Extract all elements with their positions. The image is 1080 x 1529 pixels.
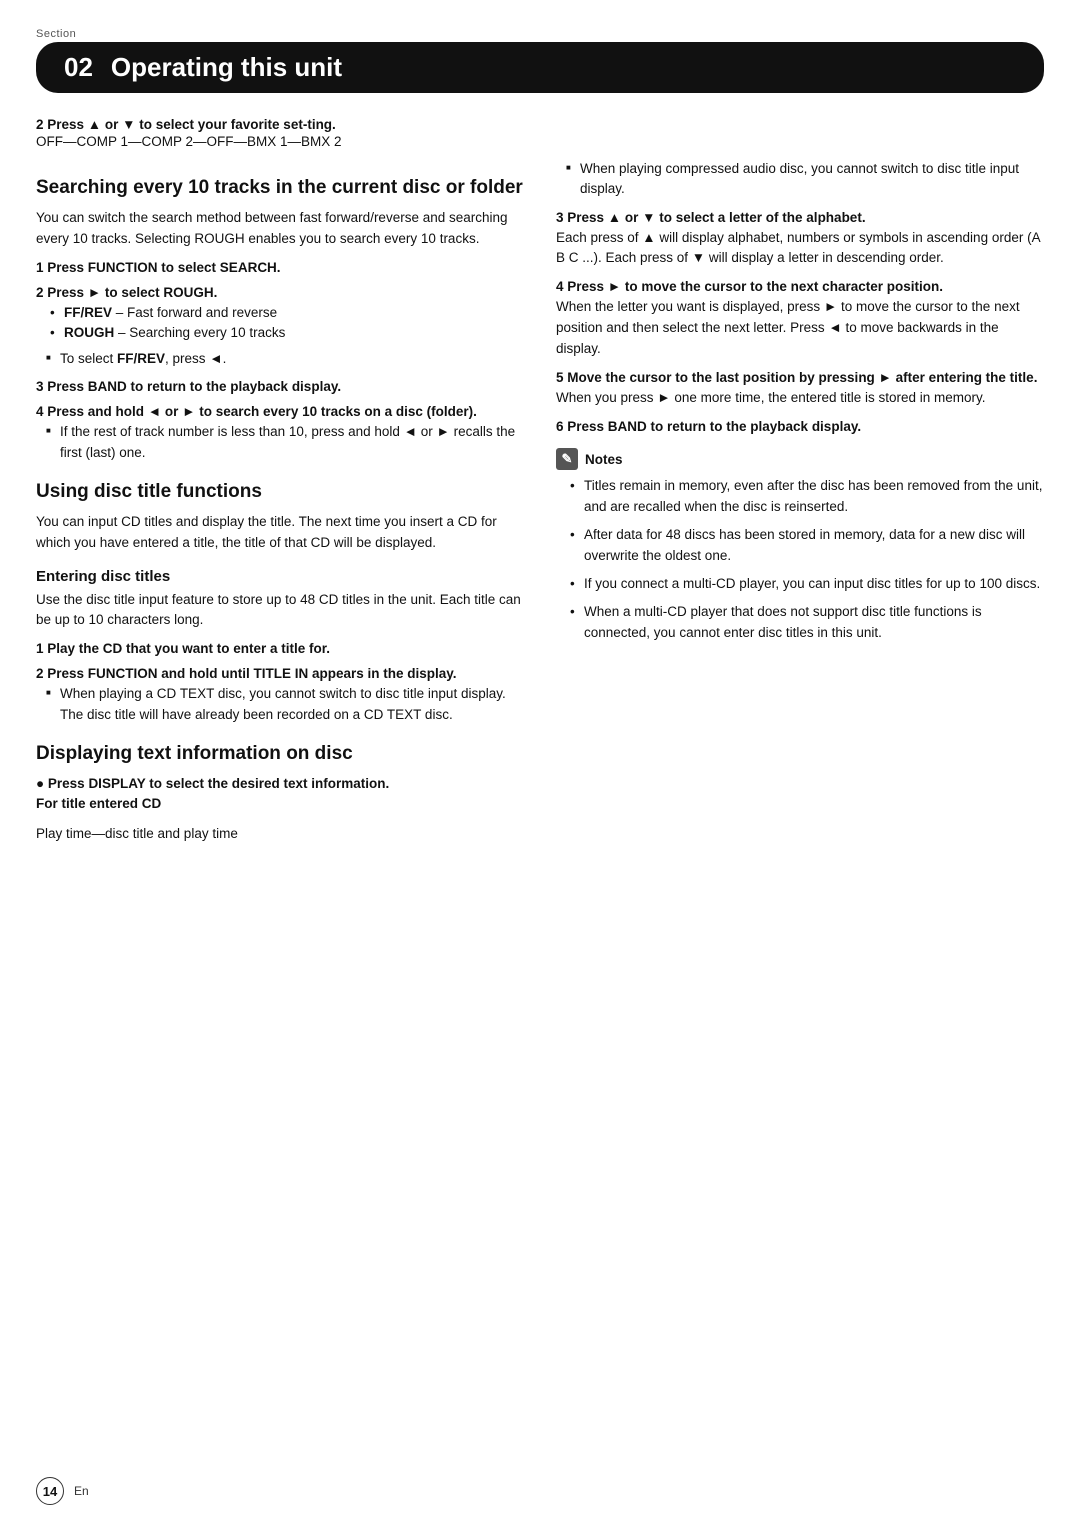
note-item-4: When a multi-CD player that does not sup… [570, 602, 1044, 644]
rsq1: When playing compressed audio disc, you … [556, 159, 1044, 200]
sq-bullet2-item: If the rest of track number is less than… [46, 422, 524, 463]
intro-line2: OFF—COMP 1—COMP 2—OFF—BMX 1—BMX 2 [36, 134, 1044, 149]
section-label: Section [36, 28, 1044, 40]
sq-bullet1-item: To select FF/REV, press ◄. [46, 349, 524, 369]
notes-header: ✎ Notes [556, 448, 1044, 470]
intro-line1: 2 Press ▲ or ▼ to select your favorite s… [36, 117, 1044, 132]
step2-bullets: FF/REV – Fast forward and reverse ROUGH … [36, 303, 524, 344]
step1: 1 Press FUNCTION to select SEARCH. [36, 260, 524, 275]
estep2: 2 Press FUNCTION and hold until TITLE IN… [36, 666, 524, 681]
rstep4-body: When the letter you want is displayed, p… [556, 297, 1044, 360]
rstep6: 6 Press BAND to return to the playback d… [556, 419, 1044, 434]
esq1: When playing a CD TEXT disc, you cannot … [36, 684, 524, 725]
note-item-3: If you connect a multi-CD player, you ca… [570, 574, 1044, 595]
notes-icon: ✎ [556, 448, 578, 470]
entering-body: Use the disc title input feature to stor… [36, 590, 524, 632]
search-body: You can switch the search method between… [36, 208, 524, 250]
for-title-bold: For title entered CD [36, 794, 524, 815]
notes-label: Notes [585, 452, 623, 467]
two-col-layout: Searching every 10 tracks in the current… [36, 159, 1044, 854]
step4: 4 Press and hold ◄ or ► to search every … [36, 404, 524, 419]
disc-title-heading: Using disc title functions [36, 481, 524, 504]
rstep4: 4 Press ► to move the cursor to the next… [556, 279, 1044, 294]
esq1-item: When playing a CD TEXT disc, you cannot … [46, 684, 524, 725]
section-title: Operating this unit [111, 52, 342, 83]
estep1: 1 Play the CD that you want to enter a t… [36, 641, 524, 656]
section-number: 02 [64, 52, 93, 83]
rstep5-body: When you press ► one more time, the ente… [556, 388, 1044, 409]
sq-bullet2: If the rest of track number is less than… [36, 422, 524, 463]
rstep3-body: Each press of ▲ will display alphabet, n… [556, 228, 1044, 270]
entering-heading: Entering disc titles [36, 568, 524, 585]
rstep5: 5 Move the cursor to the last position b… [556, 370, 1044, 385]
notes-list: Titles remain in memory, even after the … [556, 476, 1044, 643]
dstep1: ● Press DISPLAY to select the desired te… [36, 776, 524, 791]
page-footer: 14 En [36, 1477, 89, 1505]
step3: 3 Press BAND to return to the playback d… [36, 379, 524, 394]
page-number: 14 [36, 1477, 64, 1505]
sq-bullet1: To select FF/REV, press ◄. [36, 349, 524, 369]
note-item-1: Titles remain in memory, even after the … [570, 476, 1044, 518]
section-header: 02 Operating this unit [36, 42, 1044, 93]
bullet2: ROUGH – Searching every 10 tracks [50, 323, 524, 343]
rstep3: 3 Press ▲ or ▼ to select a letter of the… [556, 210, 1044, 225]
notes-box: ✎ Notes Titles remain in memory, even af… [556, 448, 1044, 643]
page: Section 02 Operating this unit 2 Press ▲… [0, 0, 1080, 1529]
left-column: Searching every 10 tracks in the current… [36, 159, 524, 854]
for-title-body: Play time—disc title and play time [36, 824, 524, 845]
step2: 2 Press ► to select ROUGH. [36, 285, 524, 300]
right-column: When playing compressed audio disc, you … [556, 159, 1044, 854]
bullet1: FF/REV – Fast forward and reverse [50, 303, 524, 323]
language-label: En [74, 1484, 89, 1498]
displaying-heading: Displaying text information on disc [36, 743, 524, 766]
rsq1-item: When playing compressed audio disc, you … [566, 159, 1044, 200]
note-item-2: After data for 48 discs has been stored … [570, 525, 1044, 567]
disc-title-body: You can input CD titles and display the … [36, 512, 524, 554]
search-heading: Searching every 10 tracks in the current… [36, 177, 524, 200]
